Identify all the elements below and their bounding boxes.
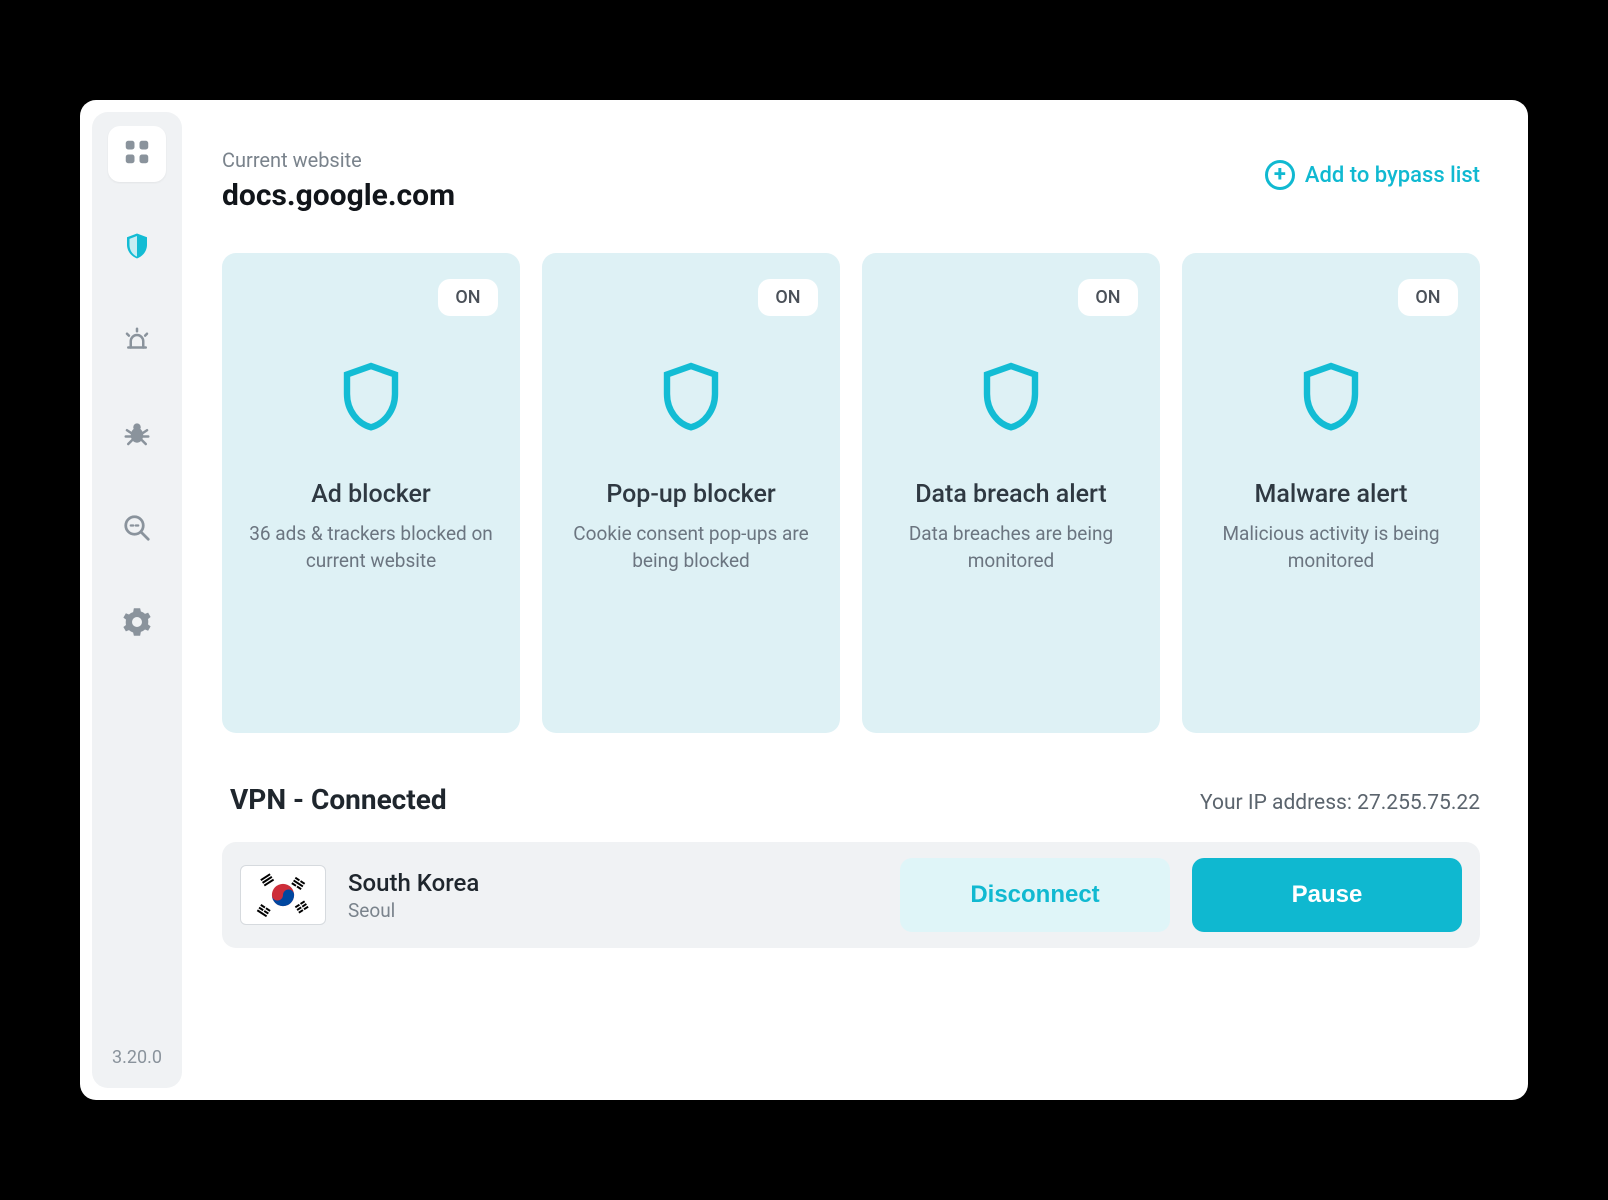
vpn-location[interactable]: South Korea Seoul [348,869,878,922]
bug-icon [122,419,152,453]
add-to-bypass-link[interactable]: + Add to bypass list [1265,160,1480,190]
card-desc: Malicious activity is being monitored [1204,521,1458,574]
vpn-city: Seoul [348,899,878,922]
vpn-bar: South Korea Seoul Disconnect Pause [222,842,1480,948]
bypass-link-label: Add to bypass list [1305,163,1480,188]
current-website-host: docs.google.com [222,178,455,213]
status-pill: ON [1078,279,1138,316]
current-website-block: Current website docs.google.com [222,148,455,213]
shield-outline-icon [979,360,1043,436]
grid-icon [122,137,152,171]
sidebar: 3.20.0 [92,112,182,1088]
card-title: Pop-up blocker [606,480,775,509]
sidebar-item-alerts[interactable] [108,314,166,370]
card-title: Data breach alert [915,480,1107,509]
vpn-status-title: VPN - Connected [230,783,447,816]
sidebar-item-dashboard[interactable] [108,126,166,182]
header-row: Current website docs.google.com + Add to… [222,148,1480,213]
app-window: 3.20.0 Current website docs.google.com +… [80,100,1528,1100]
shield-outline-icon [1299,360,1363,436]
status-pill: ON [1398,279,1458,316]
flag-south-korea-icon [240,865,326,925]
current-website-label: Current website [222,148,455,172]
card-title: Malware alert [1255,480,1408,509]
card-title: Ad blocker [311,480,431,509]
card-desc: Data breaches are being monitored [884,521,1138,574]
feature-cards: ON Ad blocker 36 ads & trackers blocked … [222,253,1480,733]
ip-address-label: Your IP address: 27.255.75.22 [1200,791,1480,815]
sidebar-item-search[interactable] [108,502,166,558]
gear-icon [122,607,152,641]
status-pill: ON [758,279,818,316]
sidebar-item-settings[interactable] [108,596,166,652]
main-panel: Current website docs.google.com + Add to… [182,100,1528,1100]
sidebar-item-shield[interactable] [108,220,166,276]
shield-icon [122,231,152,265]
status-pill: ON [438,279,498,316]
card-ad-blocker[interactable]: ON Ad blocker 36 ads & trackers blocked … [222,253,520,733]
vpn-country: South Korea [348,869,878,897]
vpn-section: VPN - Connected Your IP address: 27.255.… [222,783,1480,948]
shield-outline-icon [339,360,403,436]
disconnect-button[interactable]: Disconnect [900,858,1170,932]
search-privacy-icon [122,513,152,547]
sidebar-item-malware[interactable] [108,408,166,464]
version-label: 3.20.0 [112,1047,162,1068]
vpn-header: VPN - Connected Your IP address: 27.255.… [222,783,1480,816]
card-malware-alert[interactable]: ON Malware alert Malicious activity is b… [1182,253,1480,733]
shield-outline-icon [659,360,723,436]
siren-icon [122,325,152,359]
card-desc: 36 ads & trackers blocked on current web… [244,521,498,574]
pause-button[interactable]: Pause [1192,858,1462,932]
plus-circle-icon: + [1265,160,1295,190]
card-desc: Cookie consent pop-ups are being blocked [564,521,818,574]
card-data-breach[interactable]: ON Data breach alert Data breaches are b… [862,253,1160,733]
card-popup-blocker[interactable]: ON Pop-up blocker Cookie consent pop-ups… [542,253,840,733]
